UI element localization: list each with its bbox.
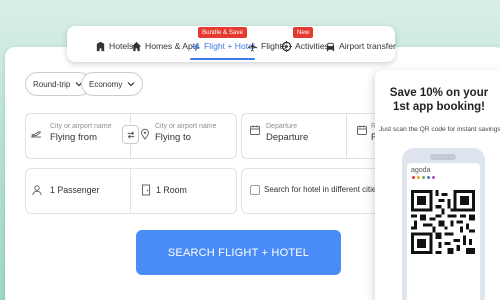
promo-subtitle: Just scan the QR code for instant saving… xyxy=(379,126,500,133)
tab-flight-hotel[interactable]: Bundle & Save Flight + Hotel xyxy=(190,27,255,60)
qr-code[interactable] xyxy=(411,190,475,254)
activities-icon xyxy=(281,40,292,52)
calendar-icon xyxy=(357,125,367,135)
return-field[interactable]: R R xyxy=(356,118,378,156)
departure-value: Departure xyxy=(266,132,309,143)
dates-divider xyxy=(346,113,347,159)
tab-hotels[interactable]: Hotels xyxy=(95,36,133,56)
tab-activities-label: Activities xyxy=(295,41,329,51)
passengers-field[interactable]: 1 Passenger xyxy=(31,180,127,202)
door-icon xyxy=(142,184,150,196)
passengers-value: 1 Passenger xyxy=(50,185,100,195)
bundle-badge: Bundle & Save xyxy=(198,27,247,38)
phone-screen: agoda xyxy=(407,163,480,300)
flying-from-field[interactable]: City or airport name Flying from xyxy=(30,118,122,156)
promo-title: Save 10% on your 1st app booking! xyxy=(389,87,489,113)
user-icon xyxy=(32,185,42,196)
departure-label: Departure xyxy=(266,123,298,130)
cabin-class-select[interactable]: Economy xyxy=(81,72,144,96)
agoda-logo-text: agoda xyxy=(411,167,431,174)
phone-notch xyxy=(430,154,456,160)
plane-icon xyxy=(247,41,258,52)
agoda-logo-dots xyxy=(412,176,435,179)
rooms-value: 1 Room xyxy=(156,185,187,195)
flying-to-field[interactable]: City or airport name Flying to xyxy=(139,118,234,156)
swap-button[interactable] xyxy=(122,125,139,144)
tab-airport-transfer[interactable]: Airport transfer xyxy=(325,36,396,56)
app-promo-card: Save 10% on your 1st app booking! Just s… xyxy=(375,70,500,300)
occupancy-divider xyxy=(130,168,131,214)
hotel-icon xyxy=(96,41,105,51)
tab-hotels-label: Hotels xyxy=(109,41,134,51)
swap-icon xyxy=(127,130,134,139)
flying-from-label: City or airport name xyxy=(50,123,112,130)
flying-to-label: City or airport name xyxy=(155,123,217,130)
tab-airport-transfer-label: Airport transfer xyxy=(339,41,396,51)
flight-hotel-icon xyxy=(190,42,201,51)
product-tabs: Hotels Homes & Apts Bundle & Save Flight… xyxy=(67,26,396,62)
calendar-icon xyxy=(250,125,260,135)
flying-from-placeholder: Flying from xyxy=(50,132,97,143)
chevron-down-icon xyxy=(127,82,135,87)
flying-to-placeholder: Flying to xyxy=(155,132,191,143)
tab-activities[interactable]: New Activities xyxy=(281,27,329,56)
departure-field[interactable]: Departure Departure xyxy=(249,118,343,156)
different-cities-checkbox[interactable] xyxy=(250,185,260,195)
rooms-field[interactable]: 1 Room xyxy=(140,180,234,202)
different-cities-option[interactable]: Search for hotel in different cities or … xyxy=(250,183,396,199)
search-button[interactable]: SEARCH FLIGHT + HOTEL xyxy=(136,230,341,275)
plane-takeoff-icon xyxy=(31,131,42,138)
phone-illustration: agoda xyxy=(402,148,485,300)
home-icon xyxy=(131,41,142,51)
car-icon xyxy=(326,42,335,51)
cabin-class-value: Economy xyxy=(89,79,123,89)
location-pin-icon xyxy=(140,128,150,140)
trip-type-value: Round-trip xyxy=(33,79,71,89)
new-badge: New xyxy=(293,27,314,38)
